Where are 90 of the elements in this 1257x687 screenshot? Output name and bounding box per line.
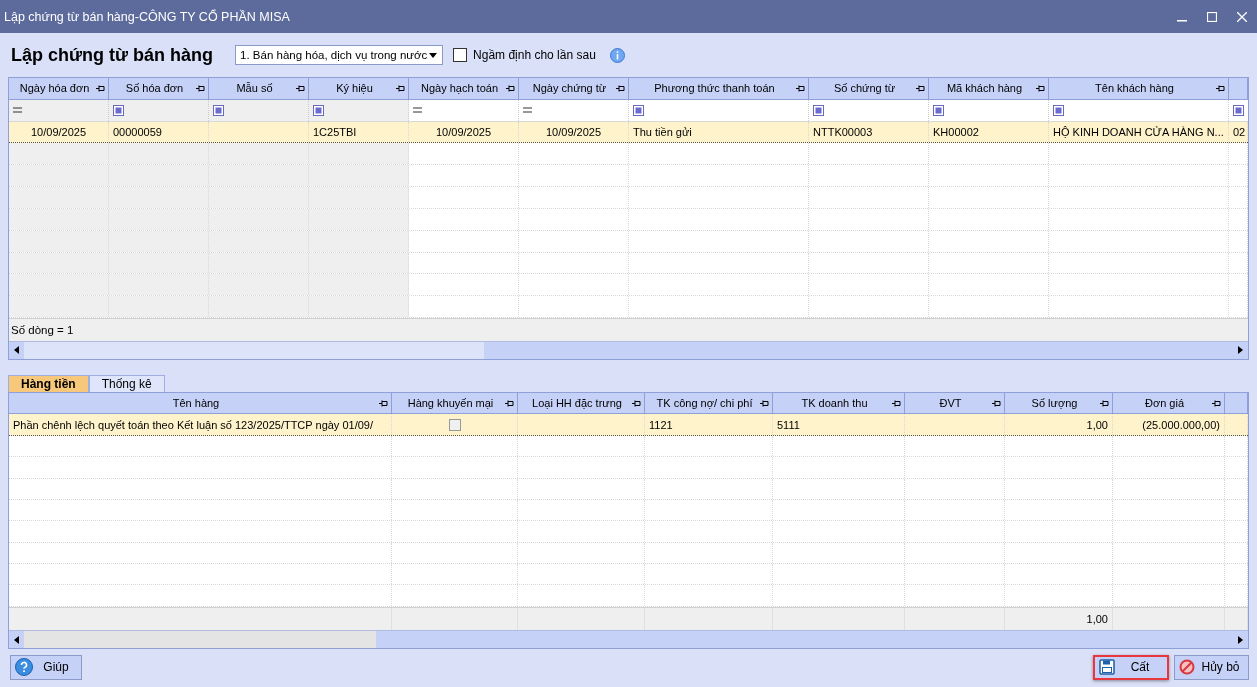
table-cell: 10/09/2025 xyxy=(545,126,602,139)
filter-operator-icon[interactable] xyxy=(933,104,944,116)
promo-checkbox[interactable] xyxy=(448,418,461,431)
filter-operator-icon[interactable] xyxy=(313,104,324,116)
filter-operator-icon[interactable] xyxy=(813,104,824,116)
pin-icon[interactable] xyxy=(506,85,515,92)
tab[interactable]: Thống kê xyxy=(88,375,165,392)
column-header[interactable]: Ký hiệu xyxy=(309,78,409,99)
table-cell: KH00002 xyxy=(933,126,979,139)
column-header[interactable]: Ngày chứng từ xyxy=(519,78,629,99)
table-cell: 5111 xyxy=(777,418,800,431)
row-count: Số dòng = 1 xyxy=(11,324,74,336)
table-cell: 02 xyxy=(1233,126,1246,139)
scroll-left-icon[interactable] xyxy=(14,346,19,355)
pin-icon[interactable] xyxy=(796,85,805,92)
filter-cell[interactable] xyxy=(209,99,309,121)
column-header[interactable]: TK công nợ/ chi phí xyxy=(645,393,773,414)
scroll-right-icon[interactable] xyxy=(1238,346,1243,355)
pin-icon[interactable] xyxy=(892,400,901,407)
table-cell: Phần chênh lệch quyết toán theo Kết luận số 123/2025/TTCP ngày 01/09/ xyxy=(13,418,373,431)
table-cell: 1121 xyxy=(649,418,673,431)
pin-icon[interactable] xyxy=(379,400,388,407)
prohibited-icon xyxy=(1179,659,1195,675)
pin-icon[interactable] xyxy=(196,85,205,92)
filter-operator-icon[interactable] xyxy=(113,104,124,116)
equals-filter-icon[interactable] xyxy=(523,107,532,114)
checkbox[interactable] xyxy=(453,48,468,62)
column-header[interactable]: Số chứng từ xyxy=(809,78,929,99)
table-cell: 10/09/2025 xyxy=(435,126,492,139)
filter-cell[interactable] xyxy=(309,99,409,121)
filter-operator-icon[interactable] xyxy=(1233,104,1244,116)
column-header[interactable]: Hàng khuyến mại xyxy=(392,393,518,414)
table-cell: 1,00 xyxy=(1086,418,1108,431)
tab[interactable]: Hàng tiền xyxy=(8,375,89,392)
column-header[interactable]: Tên hàng xyxy=(9,393,392,414)
info-icon[interactable] xyxy=(609,47,625,63)
column-header[interactable]: Đơn giá xyxy=(1113,393,1225,414)
pin-icon[interactable] xyxy=(1036,85,1045,92)
caret-icon xyxy=(429,52,438,58)
pin-icon[interactable] xyxy=(1212,400,1221,407)
column-header[interactable]: Số hóa đơn xyxy=(109,78,209,99)
column-header[interactable]: Mẫu số xyxy=(209,78,309,99)
pin-icon[interactable] xyxy=(296,85,305,92)
filter-operator-icon[interactable] xyxy=(213,104,224,116)
table-cell: (25.000.000,00) xyxy=(1142,418,1220,431)
pin-icon[interactable] xyxy=(760,400,769,407)
pin-icon[interactable] xyxy=(96,85,105,92)
column-header[interactable]: Ngày hạch toán xyxy=(409,78,519,99)
table-cell: NTTK00003 xyxy=(813,126,873,139)
table-cell: Thu tiền gửi xyxy=(633,126,692,139)
table-cell: 00000059 xyxy=(113,126,162,139)
column-header[interactable]: Loại HH đặc trưng xyxy=(518,393,645,414)
help-icon xyxy=(15,658,33,676)
horizontal-scrollbar[interactable] xyxy=(9,630,1248,648)
column-header[interactable]: Phương thức thanh toán xyxy=(629,78,809,99)
table-cell: HỘ KINH DOANH CỬA HÀNG N... xyxy=(1053,126,1224,139)
equals-filter-icon[interactable] xyxy=(13,107,22,114)
scroll-left-icon[interactable] xyxy=(14,635,19,644)
filter-operator-icon[interactable] xyxy=(633,104,644,116)
voucher-type-dropdown[interactable]: 1. Bán hàng hóa, dịch vụ trong nước xyxy=(235,45,444,65)
filter-cell[interactable] xyxy=(9,99,109,121)
column-header[interactable]: ĐVT xyxy=(905,393,1005,414)
scroll-right-icon[interactable] xyxy=(1238,635,1243,644)
pin-icon[interactable] xyxy=(992,400,1001,407)
table-cell: 1C25TBI xyxy=(313,126,357,139)
maximize-icon[interactable] xyxy=(1207,11,1217,22)
cancel-button[interactable]: Hủy bỏ xyxy=(1174,654,1249,680)
pin-icon[interactable] xyxy=(505,400,514,407)
pin-icon[interactable] xyxy=(616,85,625,92)
close-icon[interactable] xyxy=(1237,11,1247,22)
column-header[interactable]: Tên khách hàng xyxy=(1049,78,1229,99)
window-title: Lập chứng từ bán hàng-CÔNG TY CỔ PHẦN MISA xyxy=(4,9,290,24)
equals-filter-icon[interactable] xyxy=(413,107,422,114)
column-header[interactable]: Số lượng xyxy=(1005,393,1113,414)
help-button[interactable]: Giúp xyxy=(10,654,82,680)
column-header[interactable]: Mã khách hàng xyxy=(929,78,1049,99)
pin-icon[interactable] xyxy=(1100,400,1109,407)
filter-operator-icon[interactable] xyxy=(1053,104,1064,116)
pin-icon[interactable] xyxy=(916,85,925,92)
checkbox-label: Ngầm định cho lần sau xyxy=(473,48,596,62)
save-button[interactable]: Cất xyxy=(1093,654,1169,680)
pin-icon[interactable] xyxy=(632,400,641,407)
table-cell: 10/09/2025 xyxy=(30,126,87,139)
column-header[interactable]: Ngày hóa đơn xyxy=(9,78,109,99)
form-title: Lập chứng từ bán hàng xyxy=(11,44,214,66)
pin-icon[interactable] xyxy=(1216,85,1225,92)
filter-cell[interactable] xyxy=(109,99,209,121)
pin-icon[interactable] xyxy=(396,85,405,92)
total-cell: 1,00 xyxy=(1086,612,1108,625)
column-header[interactable]: TK doanh thu xyxy=(773,393,905,414)
